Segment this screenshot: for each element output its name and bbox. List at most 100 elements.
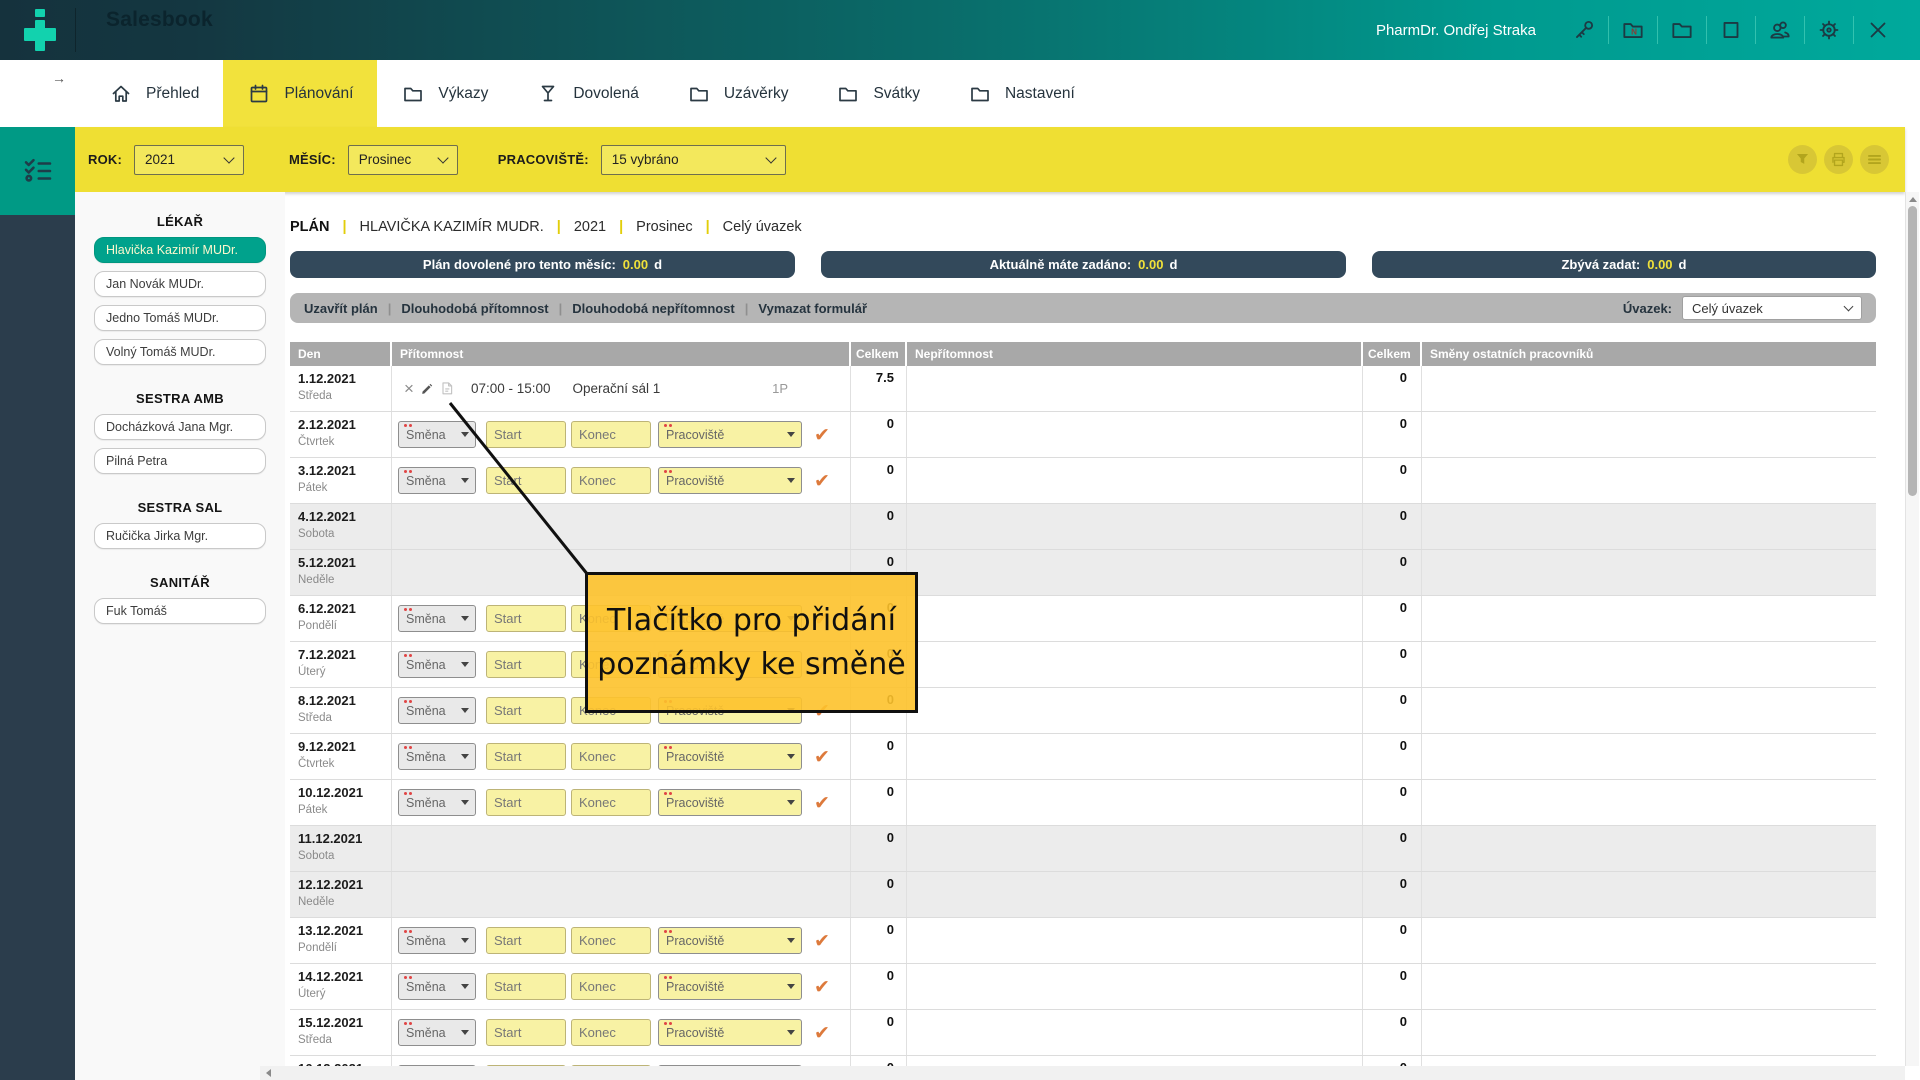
end-time-input[interactable] (571, 467, 651, 494)
shift-select[interactable]: Směna (398, 697, 476, 724)
edit-shift-icon[interactable] (420, 382, 434, 396)
action-dlouhodoba-pritomnost[interactable]: Dlouhodobá přítomnost (401, 301, 548, 316)
divider (75, 8, 76, 52)
action-uzavrit-plan[interactable]: Uzavřít plán (304, 301, 378, 316)
action-dlouhodoba-nepritomnost[interactable]: Dlouhodobá nepřítomnost (572, 301, 734, 316)
end-time-input[interactable] (571, 743, 651, 770)
breadcrumb-item: PLÁN (290, 219, 329, 235)
rok-select[interactable]: 2021 (134, 145, 244, 175)
end-time-input[interactable] (571, 421, 651, 448)
close-button[interactable] (1865, 17, 1891, 43)
scroll-left-icon[interactable] (266, 1069, 271, 1077)
menu-button[interactable] (1860, 145, 1889, 174)
sidebar-item-dochazkova-jana-mgr[interactable]: Docházková Jana Mgr. (94, 414, 266, 440)
horizontal-scrollbar[interactable] (260, 1066, 1905, 1080)
day-cell: 5.12.2021Neděle (290, 550, 392, 595)
printer-button[interactable] (1824, 145, 1853, 174)
workplace-select[interactable]: Pracoviště (658, 973, 802, 1000)
filter-group-rok: ROK:2021 (88, 145, 244, 175)
workplace-select[interactable]: Pracoviště (658, 1019, 802, 1046)
sidebar-item-jan-novak-mudr[interactable]: Jan Novák MUDr. (94, 271, 266, 297)
confirm-row-icon[interactable]: ✔ (814, 1022, 830, 1044)
present-total-cell: 0 (851, 412, 907, 457)
end-time-input[interactable] (571, 927, 651, 954)
folder-n-icon: N (1620, 17, 1646, 43)
sidebar-item-jedno-tomas-mudr[interactable]: Jedno Tomáš MUDr. (94, 305, 266, 331)
tab-svatky[interactable]: Svátky (812, 60, 944, 127)
tab-dovolena[interactable]: Dovolená (512, 60, 663, 127)
sidebar-item-volny-tomas-mudr[interactable]: Volný Tomáš MUDr. (94, 339, 266, 365)
action-vymazat-formular[interactable]: Vymazat formulář (758, 301, 867, 316)
tab-label: Nastavení (1005, 85, 1075, 103)
key-button[interactable] (1571, 17, 1597, 43)
tab-prehled[interactable]: Přehled (85, 60, 223, 127)
users-button[interactable] (1767, 17, 1793, 43)
confirm-row-icon[interactable]: ✔ (814, 470, 830, 492)
sidebar-item-rucicka-jirka-mgr[interactable]: Ručička Jirka Mgr. (94, 523, 266, 549)
window-button[interactable] (1718, 17, 1744, 43)
vertical-scrollbar[interactable] (1905, 192, 1919, 1066)
shift-select[interactable]: Směna (398, 467, 476, 494)
add-note-icon[interactable] (440, 381, 455, 396)
scroll-up-icon[interactable] (1909, 197, 1917, 202)
presence-cell: Směna Pracoviště ✔ (392, 412, 851, 457)
shift-select[interactable]: Směna (398, 421, 476, 448)
confirm-row-icon[interactable]: ✔ (814, 746, 830, 768)
tab-vykazy[interactable]: Výkazy (377, 60, 512, 127)
shift-select[interactable]: Směna (398, 973, 476, 1000)
start-time-input[interactable] (486, 697, 566, 724)
others-shifts-cell (1422, 1010, 1876, 1055)
start-time-input[interactable] (486, 1019, 566, 1046)
filter-icon (1793, 150, 1812, 169)
workplace-select[interactable]: Pracoviště (658, 421, 802, 448)
end-time-input[interactable] (571, 973, 651, 1000)
start-time-input[interactable] (486, 467, 566, 494)
gear-button[interactable] (1816, 17, 1842, 43)
end-time-input[interactable] (571, 789, 651, 816)
confirm-row-icon[interactable]: ✔ (814, 792, 830, 814)
workplace-select[interactable]: Pracoviště (658, 927, 802, 954)
day-cell: 3.12.2021Pátek (290, 458, 392, 503)
weekday-label: Sobota (298, 850, 383, 862)
confirm-row-icon[interactable]: ✔ (814, 930, 830, 952)
breadcrumb-item: 2021 (574, 219, 606, 235)
confirm-row-icon[interactable]: ✔ (814, 976, 830, 998)
shift-select[interactable]: Směna (398, 743, 476, 770)
confirm-row-icon[interactable]: ✔ (814, 424, 830, 446)
folder-n-button[interactable]: N (1620, 17, 1646, 43)
delete-shift-icon[interactable]: × (404, 380, 414, 397)
tab-planovani[interactable]: Plánování (223, 60, 377, 127)
start-time-input[interactable] (486, 927, 566, 954)
dropdown-arrow-icon (461, 662, 469, 667)
scrollbar-thumb[interactable] (1908, 206, 1917, 496)
sidebar-item-hlavicka-kazimir-mudr[interactable]: Hlavička Kazimír MUDr. (94, 237, 266, 263)
start-time-input[interactable] (486, 651, 566, 678)
end-time-input[interactable] (571, 1019, 651, 1046)
start-time-input[interactable] (486, 743, 566, 770)
mesic-select[interactable]: Prosinec (348, 145, 458, 175)
pill-value: 0.00 (623, 257, 648, 272)
filter-button[interactable] (1788, 145, 1817, 174)
forward-arrow-icon[interactable]: → (52, 70, 66, 86)
start-time-input[interactable] (486, 421, 566, 448)
start-time-input[interactable] (486, 973, 566, 1000)
start-time-input[interactable] (486, 605, 566, 632)
sidebar-section-title: SESTRA SAL (75, 500, 285, 515)
required-dots-icon (404, 608, 407, 611)
shift-select[interactable]: Směna (398, 605, 476, 632)
tab-nastaveni[interactable]: Nastavení (944, 60, 1099, 127)
tab-uzaverky[interactable]: Uzávěrky (663, 60, 813, 127)
shift-select[interactable]: Směna (398, 927, 476, 954)
shift-select[interactable]: Směna (398, 1019, 476, 1046)
sidebar-item-pilna-petra[interactable]: Pilná Petra (94, 448, 266, 474)
folder-button[interactable] (1669, 17, 1695, 43)
workplace-select[interactable]: Pracoviště (658, 467, 802, 494)
start-time-input[interactable] (486, 789, 566, 816)
uvazek-select[interactable]: Celý úvazek (1682, 296, 1862, 320)
sidebar-item-fuk-tomas[interactable]: Fuk Tomáš (94, 598, 266, 624)
pracoviste-select[interactable]: 15 vybráno (601, 145, 786, 175)
workplace-select[interactable]: Pracoviště (658, 789, 802, 816)
workplace-select[interactable]: Pracoviště (658, 743, 802, 770)
shift-select[interactable]: Směna (398, 651, 476, 678)
shift-select[interactable]: Směna (398, 789, 476, 816)
